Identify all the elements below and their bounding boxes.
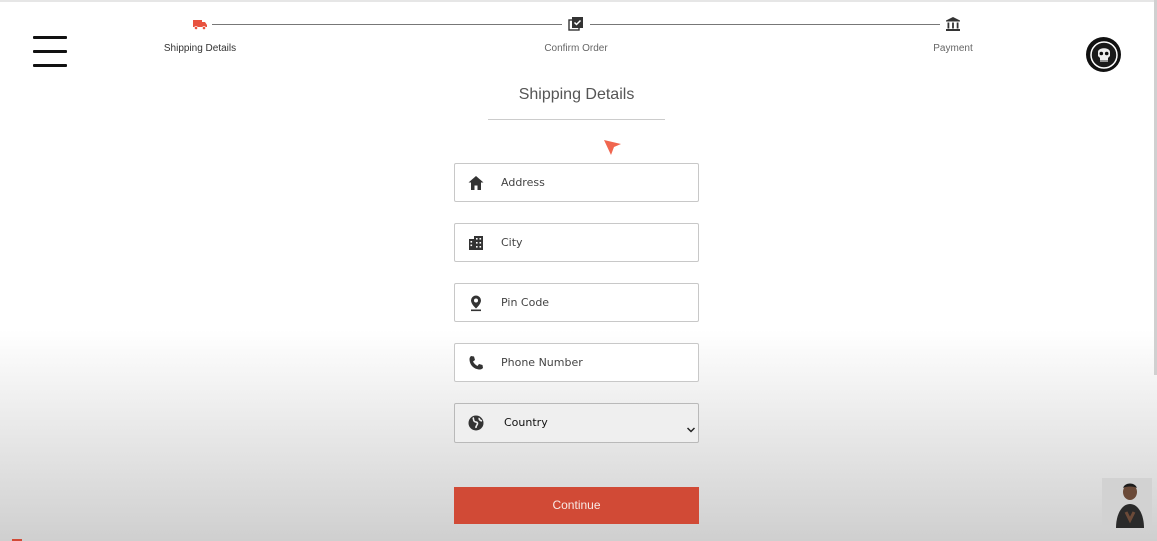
home-icon — [467, 174, 485, 192]
chevron-down-icon — [686, 420, 696, 433]
phone-number-field — [454, 343, 699, 382]
country-selected-value: Country — [504, 416, 548, 429]
address-field — [454, 163, 699, 202]
hamburger-menu-icon[interactable] — [33, 36, 67, 68]
phone-number-input[interactable] — [501, 344, 691, 381]
step-label-payment: Payment — [933, 43, 973, 54]
pin-code-input[interactable] — [501, 284, 691, 321]
building-icon — [467, 234, 485, 252]
step-connector — [590, 24, 940, 25]
user-avatar[interactable] — [1086, 37, 1121, 72]
pin-code-field — [454, 283, 699, 322]
step-connector — [212, 24, 562, 25]
pointer-cursor-icon — [603, 138, 623, 158]
presenter-webcam-thumbnail — [1102, 478, 1152, 528]
page-title: Shipping Details — [518, 86, 635, 103]
top-border — [0, 0, 1157, 2]
continue-button[interactable]: Continue — [454, 487, 699, 524]
address-input[interactable] — [501, 164, 691, 201]
city-input[interactable] — [501, 224, 691, 261]
location-pin-icon — [467, 294, 485, 312]
title-divider — [488, 119, 665, 120]
city-field — [454, 223, 699, 262]
step-label-shipping: Shipping Details — [163, 43, 237, 54]
step-label-confirm: Confirm Order — [544, 43, 608, 54]
globe-icon — [467, 414, 485, 432]
phone-icon — [467, 354, 485, 372]
checklist-icon — [568, 16, 584, 32]
bank-icon — [945, 16, 961, 32]
truck-icon — [192, 16, 208, 32]
country-select[interactable]: Country — [454, 403, 699, 443]
skull-avatar-icon — [1089, 40, 1118, 69]
